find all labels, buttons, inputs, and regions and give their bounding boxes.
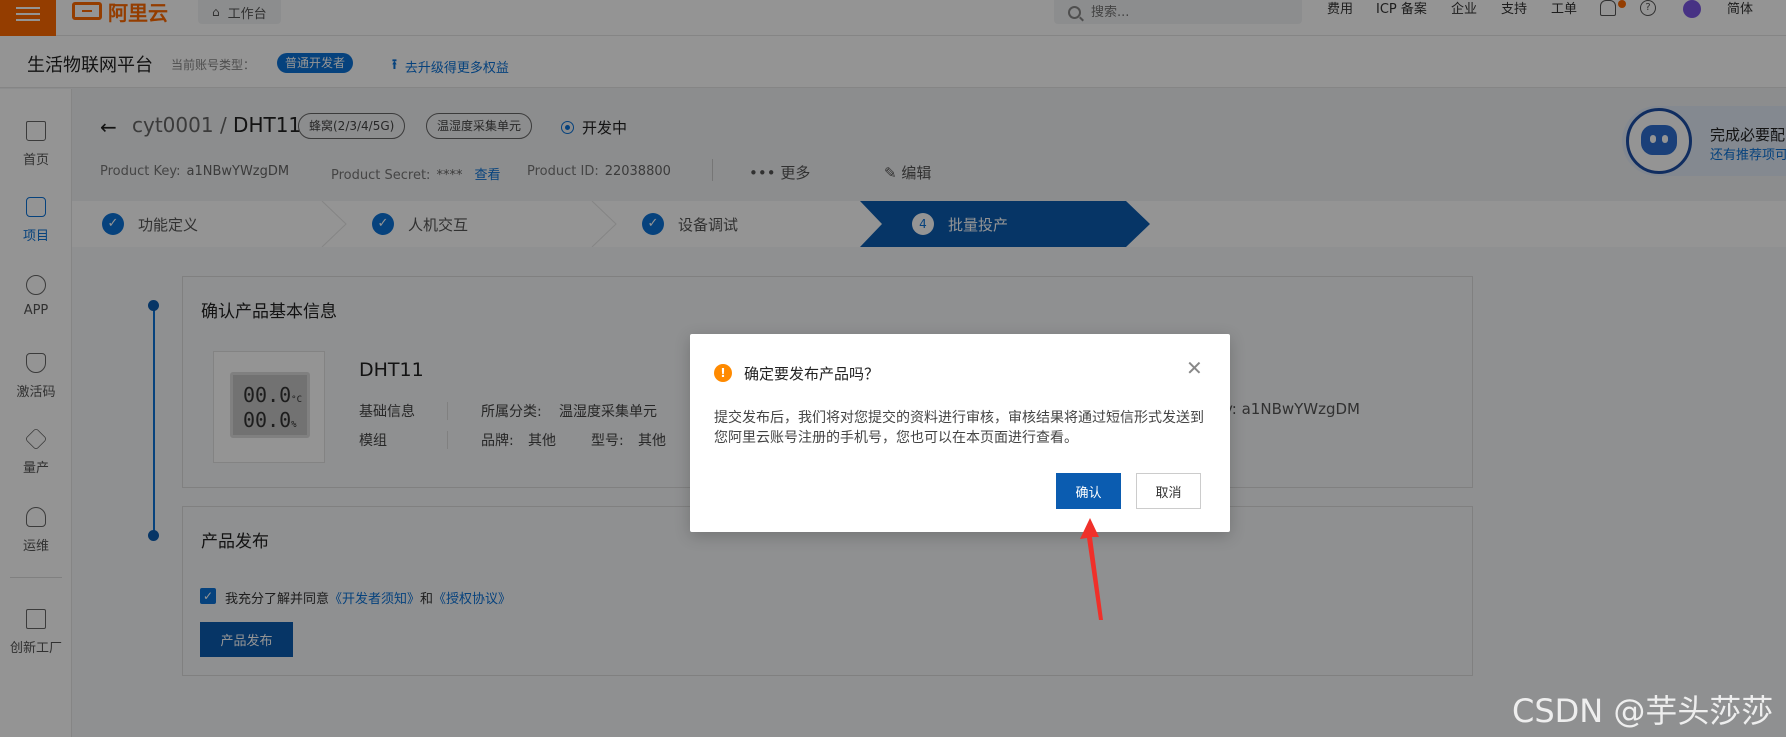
dialog-title: 确定要发布产品吗？ [744,365,880,383]
dialog-message: 提交发布后，我们将对您提交的资料进行审核，审核结果将通过短信形式发送到您阿里云账… [714,410,1204,446]
annotation-arrow [1080,518,1103,620]
warning-icon: ! [714,364,732,382]
close-icon[interactable]: ✕ [1186,356,1203,380]
confirm-dialog: ! 确定要发布产品吗？ ✕ 提交发布后，我们将对您提交的资料进行审核，审核结果将… [690,334,1230,532]
confirm-button[interactable]: 确认 [1056,473,1121,509]
cancel-button[interactable]: 取消 [1136,473,1201,509]
watermark: CSDN @芋头莎莎 [1512,692,1774,730]
